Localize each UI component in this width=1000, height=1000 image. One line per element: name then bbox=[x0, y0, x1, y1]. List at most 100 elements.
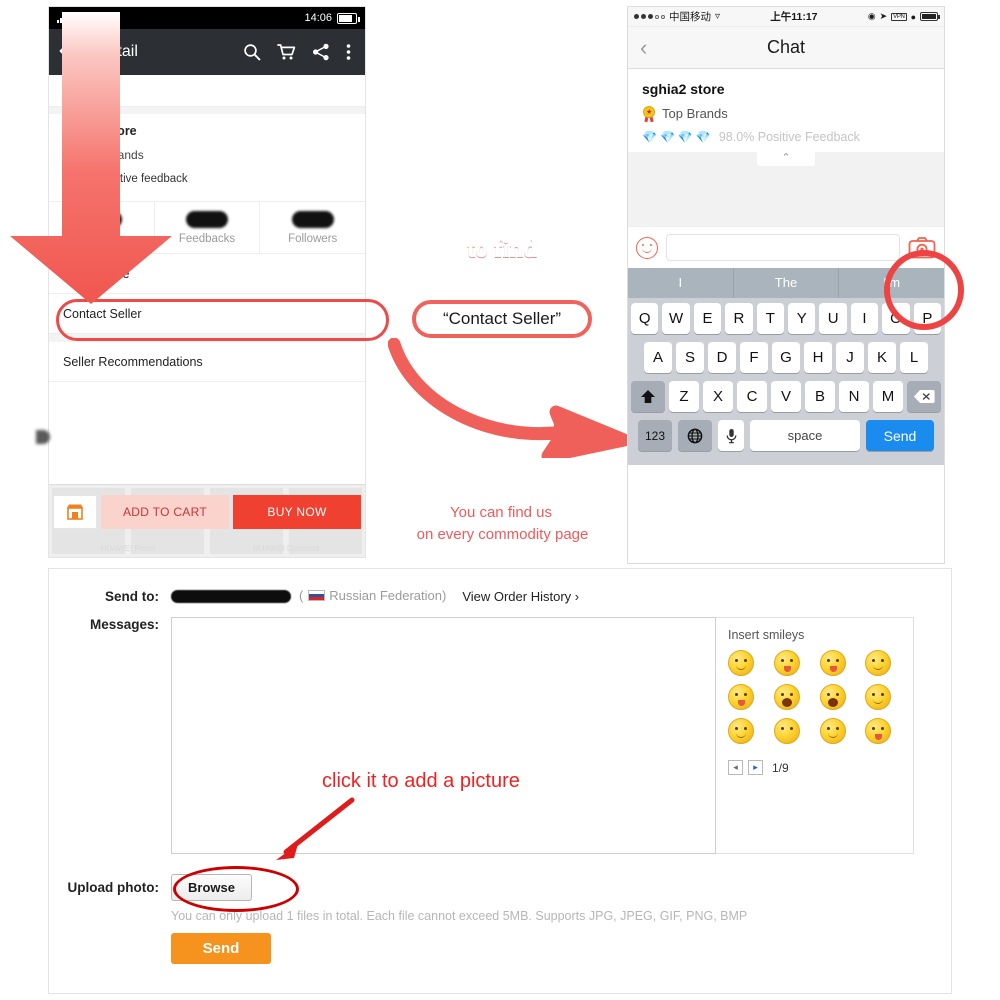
smiley-icon[interactable] bbox=[819, 718, 846, 744]
key-k[interactable]: K bbox=[868, 342, 896, 373]
medal-icon: ★ bbox=[642, 106, 656, 123]
messages-label: Messages: bbox=[89, 617, 159, 632]
upload-hint-text: You can only upload 1 files in total. Ea… bbox=[171, 909, 748, 923]
add-to-cart-button[interactable]: ADD TO CART bbox=[101, 495, 229, 529]
find-us-line-1: You can find us bbox=[449, 504, 553, 521]
smiley-icon[interactable] bbox=[773, 684, 800, 710]
cart-icon[interactable] bbox=[277, 43, 296, 61]
clock-label: 14:06 bbox=[304, 12, 332, 24]
key-m[interactable]: M bbox=[873, 381, 903, 412]
feedback-row: 💎 💎 💎 💎 98.0% Positive Feedback bbox=[642, 130, 930, 144]
backspace-icon[interactable] bbox=[907, 381, 941, 412]
diamond-icon: 💎 bbox=[642, 130, 657, 144]
row-label: Seller Recommendations bbox=[63, 354, 203, 369]
key-g[interactable]: G bbox=[772, 342, 800, 373]
key-i[interactable]: I bbox=[850, 303, 879, 334]
faint-captions: HUAWEI Photo HUAWEI Diamond bbox=[49, 544, 365, 553]
key-o[interactable]: O bbox=[882, 303, 910, 334]
smiley-icon[interactable] bbox=[636, 236, 658, 259]
space-key[interactable]: space bbox=[750, 420, 860, 451]
search-icon[interactable] bbox=[243, 43, 261, 61]
send-button[interactable]: Send bbox=[171, 933, 271, 964]
smiley-icon[interactable] bbox=[773, 718, 800, 744]
shift-up-icon[interactable] bbox=[631, 381, 665, 412]
globe-icon[interactable] bbox=[678, 420, 712, 451]
chevron-left-icon[interactable]: ‹ bbox=[640, 36, 647, 59]
key-c[interactable]: C bbox=[737, 381, 767, 412]
signal-dots-icon bbox=[634, 14, 665, 19]
microphone-icon[interactable] bbox=[718, 420, 744, 451]
key-s[interactable]: S bbox=[676, 342, 704, 373]
smiley-icon[interactable] bbox=[728, 650, 754, 676]
numbers-key[interactable]: 123 bbox=[638, 420, 672, 451]
smiley-icon[interactable] bbox=[865, 718, 892, 744]
smiley-icon[interactable] bbox=[865, 684, 892, 710]
suggestion-chip[interactable]: I bbox=[628, 268, 734, 298]
vpn-badge: VPN bbox=[891, 12, 907, 21]
page-root: 4G 📶 14:06 Detail bbox=[0, 0, 1000, 1000]
key-t[interactable]: T bbox=[756, 303, 784, 334]
row-seller-recommendations[interactable]: Seller Recommendations bbox=[49, 342, 365, 382]
key-b[interactable]: B bbox=[805, 381, 835, 412]
clock-label: 上午11:17 bbox=[770, 11, 818, 23]
key-u[interactable]: U bbox=[819, 303, 847, 334]
smiley-icon[interactable] bbox=[819, 684, 846, 710]
collapse-handle[interactable]: ⌃ bbox=[628, 148, 944, 166]
smiley-page-indicator: 1/9 bbox=[772, 760, 789, 775]
buy-now-button[interactable]: BUY NOW bbox=[233, 495, 361, 529]
insert-smileys-panel: Insert smileys ◂ ▸ 1/9 bbox=[716, 617, 914, 854]
stat-followers[interactable]: Followers bbox=[259, 202, 365, 253]
add-picture-arrow-graphic bbox=[276, 797, 355, 860]
smiley-icon[interactable] bbox=[773, 650, 800, 676]
store-icon[interactable] bbox=[53, 495, 97, 529]
key-l[interactable]: L bbox=[900, 342, 928, 373]
camera-icon[interactable] bbox=[908, 236, 936, 260]
keyboard-row-2: A S D F G H J K L bbox=[631, 342, 941, 373]
key-e[interactable]: E bbox=[693, 303, 722, 334]
smiley-pager: ◂ ▸ 1/9 bbox=[728, 760, 901, 775]
right-phone-screenshot: 中国移动 ▿ 上午11:17 ◉ ➤ VPN ● ‹ Chat sghia2 s… bbox=[627, 6, 945, 564]
key-r[interactable]: R bbox=[725, 303, 753, 334]
upload-photo-row: Upload photo: Browse bbox=[49, 854, 951, 901]
russia-flag-icon bbox=[307, 590, 325, 602]
key-f[interactable]: F bbox=[740, 342, 768, 373]
appbar-actions bbox=[243, 43, 355, 61]
contact-seller-callout-pill: “Contact Seller” bbox=[412, 300, 592, 338]
key-p[interactable]: P bbox=[913, 303, 942, 334]
smiley-icon[interactable] bbox=[819, 650, 846, 676]
recipient-redacted bbox=[171, 589, 291, 603]
smiley-icon[interactable] bbox=[865, 650, 892, 676]
key-j[interactable]: J bbox=[836, 342, 864, 373]
system-icons-group: ◉ ➤ VPN ● bbox=[867, 11, 940, 22]
smiley-icon[interactable] bbox=[728, 684, 754, 710]
key-y[interactable]: Y bbox=[788, 303, 816, 334]
send-key[interactable]: Send bbox=[866, 420, 934, 451]
key-d[interactable]: D bbox=[708, 342, 736, 373]
right-navbar: ‹ Chat bbox=[628, 27, 944, 69]
key-x[interactable]: X bbox=[703, 381, 733, 412]
chat-text-input[interactable] bbox=[666, 234, 900, 261]
row-label: Contact Seller bbox=[63, 306, 142, 321]
stat-label: Followers bbox=[288, 233, 338, 245]
chevron-up-icon[interactable]: ⌃ bbox=[757, 148, 815, 166]
message-textarea[interactable] bbox=[171, 617, 716, 854]
key-a[interactable]: A bbox=[644, 342, 672, 373]
key-n[interactable]: N bbox=[839, 381, 869, 412]
suggestion-chip[interactable]: The bbox=[734, 268, 840, 298]
key-q[interactable]: Q bbox=[630, 303, 659, 334]
diamond-icon: 💎 bbox=[659, 130, 675, 144]
chevron-right-icon[interactable]: ▸ bbox=[748, 760, 763, 775]
smiley-icon[interactable] bbox=[728, 718, 754, 744]
suggestion-chip[interactable]: I'm bbox=[839, 268, 944, 298]
key-v[interactable]: V bbox=[771, 381, 801, 412]
share-icon[interactable] bbox=[312, 43, 330, 61]
browse-button[interactable]: Browse bbox=[171, 874, 252, 901]
more-vertical-icon[interactable] bbox=[346, 43, 351, 61]
alarm-icon: ◉ bbox=[867, 11, 876, 21]
chevron-left-icon[interactable]: ◂ bbox=[728, 760, 743, 775]
key-w[interactable]: W bbox=[662, 303, 690, 334]
key-h[interactable]: H bbox=[804, 342, 832, 373]
view-order-history-link[interactable]: View Order History › bbox=[462, 589, 579, 604]
on-screen-keyboard: Q W E R T Y U I O P A S D F G H J K L Z … bbox=[628, 298, 944, 465]
key-z[interactable]: Z bbox=[669, 381, 699, 412]
